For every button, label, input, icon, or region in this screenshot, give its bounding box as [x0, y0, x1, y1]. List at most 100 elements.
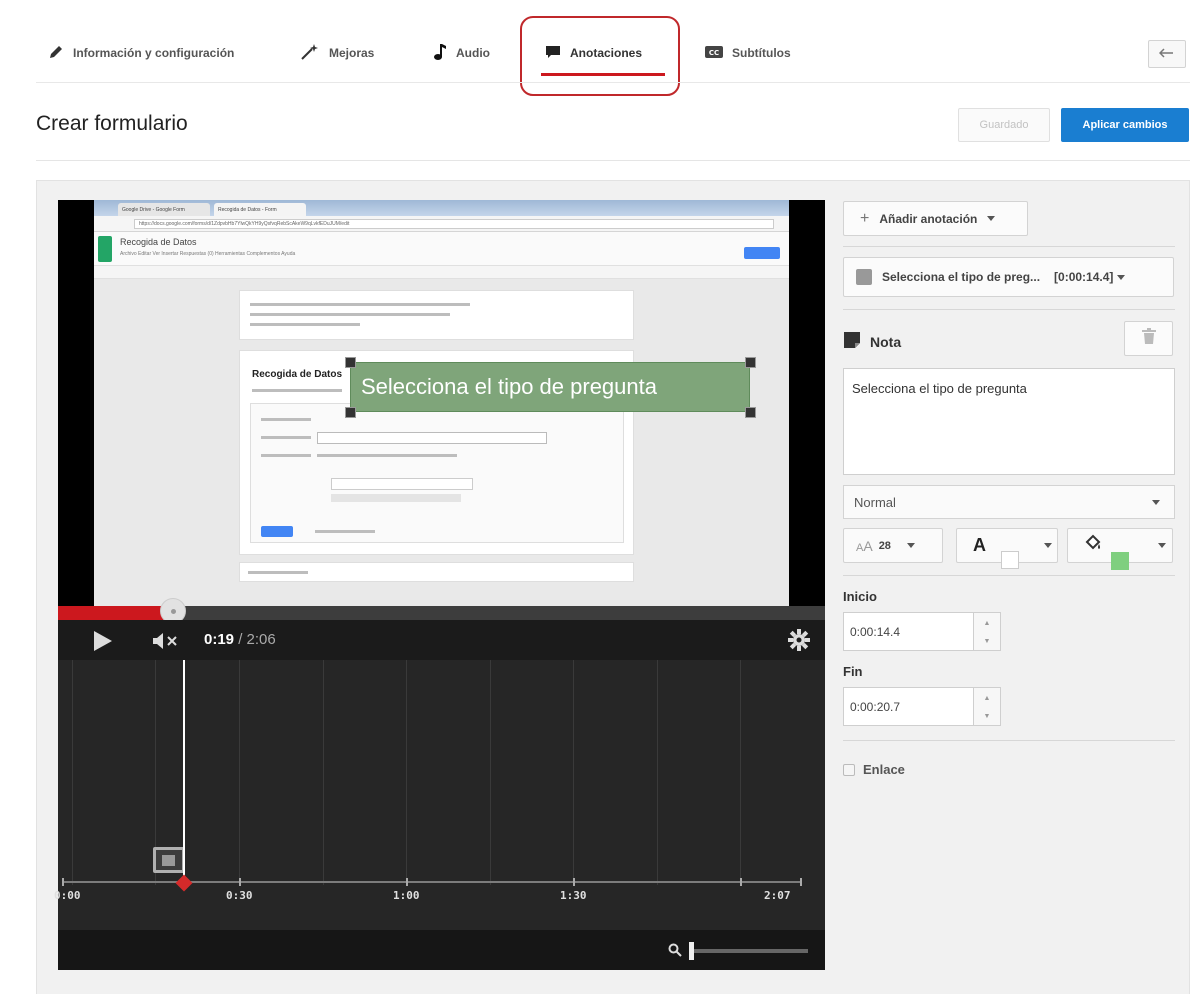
timeline-tick-label: 0:00 [54, 889, 81, 902]
time-current: 0:19 [204, 631, 235, 648]
font-size-value: 28 [878, 539, 891, 552]
tab-label: Subtítulos [732, 46, 791, 60]
browser-tab: Google Drive - Google Form [118, 203, 210, 216]
saved-button[interactable]: Guardado [958, 108, 1050, 142]
timeline-tick [406, 878, 408, 886]
text-color-select[interactable]: A [956, 528, 1058, 569]
resize-handle[interactable] [745, 357, 756, 368]
timeline-tick [573, 878, 575, 886]
forms-done-button [261, 526, 293, 537]
start-label: Inicio [843, 589, 877, 604]
start-time-stepper[interactable]: ▲ ▼ [973, 612, 1001, 651]
style-select-label: Normal [854, 494, 896, 510]
grid-line [72, 660, 73, 885]
forms-heading: Recogida de Datos [252, 369, 343, 380]
link-option[interactable]: Enlace [843, 762, 905, 777]
background-color-swatch [1111, 552, 1129, 570]
trash-icon [1141, 328, 1156, 349]
time-total: 2:06 [246, 631, 276, 648]
chevron-down-icon [1152, 499, 1160, 505]
text-line [261, 436, 311, 439]
delete-annotation-button[interactable] [1124, 321, 1173, 356]
font-size-select[interactable]: AA 28 [843, 528, 943, 563]
forms-toolbar [94, 266, 789, 279]
timeline-tick-label: 0:30 [226, 889, 253, 902]
back-button[interactable] [1148, 40, 1186, 68]
grid-line [740, 660, 741, 885]
chevron-down-icon [1158, 543, 1166, 548]
resize-handle[interactable] [745, 407, 756, 418]
play-icon[interactable] [92, 630, 114, 657]
text-line [261, 454, 311, 457]
music-note-icon [433, 43, 456, 64]
video-annotation-note[interactable]: Selecciona el tipo de pregunta [350, 362, 750, 412]
gear-icon[interactable] [788, 629, 810, 656]
text-color-icon: A [973, 535, 986, 555]
pencil-icon [48, 44, 73, 63]
link-label: Enlace [863, 762, 905, 777]
tab-informacion[interactable]: Información y configuración [48, 38, 234, 68]
note-swatch-icon [856, 269, 872, 285]
zoom-slider-handle[interactable] [689, 942, 694, 960]
chevron-down-icon [987, 216, 996, 221]
tabs-divider [36, 82, 1190, 83]
tab-label: Mejoras [329, 46, 375, 60]
timeline-tick [239, 878, 241, 886]
text-line [250, 323, 360, 326]
forms-add-item-card [239, 562, 634, 582]
link-checkbox[interactable] [843, 763, 855, 776]
timeline-tick [62, 878, 64, 886]
question-field [317, 432, 547, 444]
panel-divider [843, 246, 1175, 247]
timeline-tick-label: 1:00 [393, 889, 420, 902]
browser-titlebar: Google Drive - Google Form Recogida de D… [94, 200, 789, 216]
text-line [252, 389, 342, 392]
background-color-select[interactable] [1067, 528, 1173, 570]
annotation-select[interactable]: Selecciona el tipo de preg... [0:00:14.4… [843, 257, 1174, 297]
grid-line [323, 660, 324, 885]
apply-changes-button[interactable]: Aplicar cambios [1061, 108, 1189, 142]
annotation-timeline[interactable]: 0:00 0:30 1:00 1:30 2:07 [54, 660, 825, 930]
magic-wand-icon [300, 43, 329, 64]
font-size-icon: AA [856, 537, 873, 554]
tab-subtitulos[interactable]: CC Subtítulos [705, 38, 791, 68]
resize-handle[interactable] [345, 407, 356, 418]
time-display: 0:19 / 2:06 [204, 631, 276, 648]
tab-mejoras[interactable]: Mejoras [300, 38, 374, 68]
timeline-tick [740, 878, 742, 886]
tab-label: Información y configuración [73, 46, 235, 60]
end-time-input[interactable]: 0:00:20.7 [843, 687, 974, 726]
chevron-down-icon [1044, 543, 1052, 548]
timeline-playhead[interactable] [183, 660, 185, 881]
add-annotation-label: Añadir anotación [879, 211, 978, 226]
forms-header: Recogida de Datos Archivo Editar Ver Ins… [94, 232, 789, 266]
annotation-text-input[interactable]: Selecciona el tipo de pregunta [843, 368, 1175, 475]
forms-logo-icon [98, 236, 112, 262]
add-annotation-button[interactable]: + Añadir anotación [843, 201, 1028, 236]
zoom-icon [668, 943, 682, 962]
timeline-tick [800, 878, 802, 886]
header-divider [36, 160, 1190, 161]
svg-text:CC: CC [709, 49, 719, 57]
grid-line [406, 660, 407, 885]
resize-handle[interactable] [345, 357, 356, 368]
end-time-stepper[interactable]: ▲ ▼ [973, 687, 1001, 726]
annotation-style-select[interactable]: Normal [843, 485, 1175, 519]
text-line [250, 313, 450, 316]
grid-line [239, 660, 240, 885]
cc-icon: CC [705, 45, 732, 62]
start-time-input[interactable]: 0:00:14.4 [843, 612, 974, 651]
timeline-annotation-block[interactable] [153, 847, 185, 873]
panel-divider [843, 740, 1175, 741]
panel-divider [843, 309, 1175, 310]
zoom-slider-track[interactable] [690, 949, 808, 953]
highlight-annotation-tab [520, 16, 680, 96]
annotation-type: Nota [843, 331, 901, 352]
mute-icon[interactable] [152, 632, 182, 655]
tab-audio[interactable]: Audio [433, 38, 490, 68]
end-label: Fin [843, 664, 863, 679]
forms-question-editor [250, 403, 624, 543]
timeline-footer [58, 930, 825, 970]
chevron-down-icon [1117, 274, 1126, 280]
annotation-select-time: [0:00:14.4] [1054, 270, 1114, 284]
